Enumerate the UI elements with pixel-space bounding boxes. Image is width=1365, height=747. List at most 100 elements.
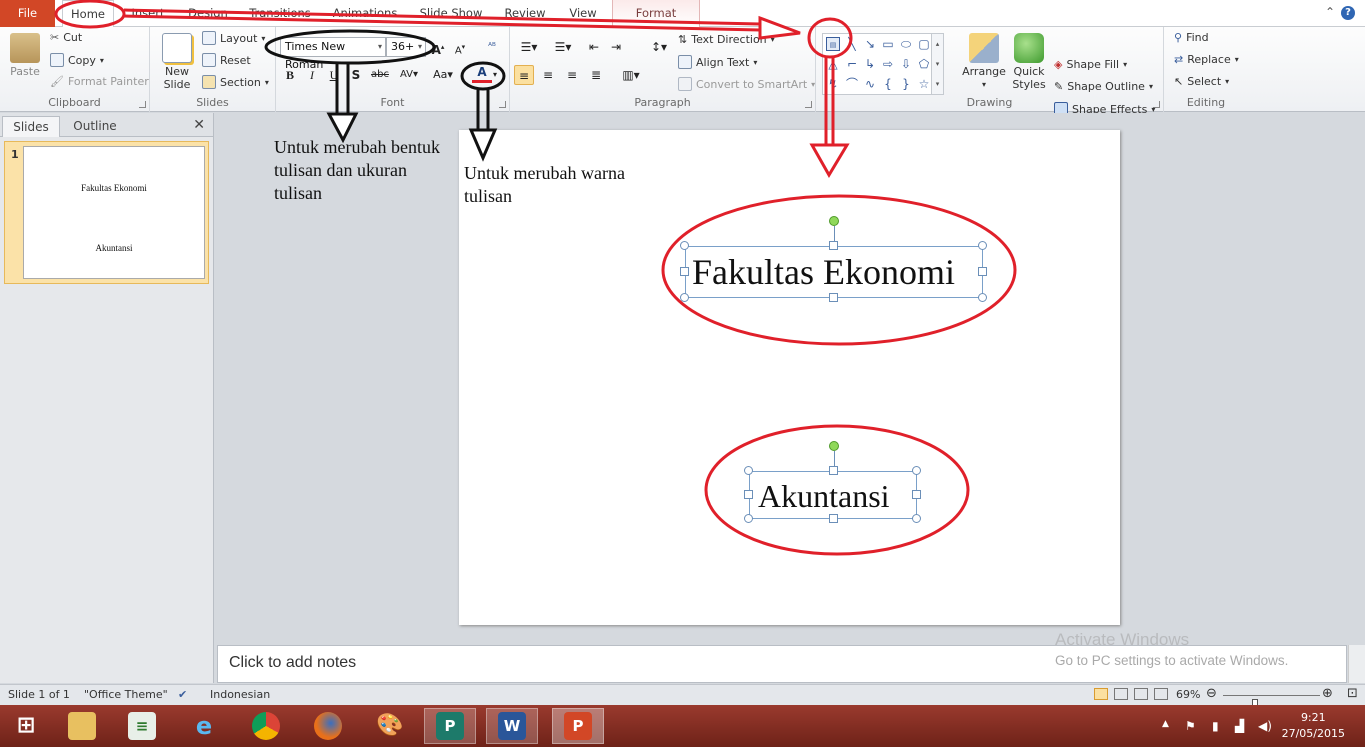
resize-handle[interactable] [978,241,987,250]
resize-handle[interactable] [978,267,987,276]
bold-icon[interactable]: B [280,65,300,85]
resize-handle[interactable] [680,241,689,250]
font-color-icon[interactable]: A [472,63,492,83]
slide-show-icon[interactable] [1154,688,1168,700]
format-painter-button[interactable]: 🖌 Format Painter [50,75,149,88]
freeform-shape-icon[interactable]: ↯ [826,77,840,91]
font-name-combo[interactable]: Times New Roman ▾ [280,37,386,71]
arc-shape-icon[interactable]: ⌒ [845,77,859,91]
close-icon[interactable]: ✕ [193,117,205,133]
tab-slide-show[interactable]: Slide Show [414,0,488,27]
start-button[interactable]: ⊞ [0,708,52,744]
taskbar-word[interactable]: W [486,708,538,744]
align-right-icon[interactable]: ≡ [562,65,582,85]
shape-fill-button[interactable]: ◈ Shape Fill ▾ [1054,58,1127,71]
columns-icon[interactable]: ▥▾ [618,65,644,85]
resize-handle[interactable] [744,514,753,523]
reset-button[interactable]: Reset [202,53,251,67]
text-direction-button[interactable]: ⇅ Text Direction ▾ [678,33,775,46]
align-left-icon[interactable]: ≡ [514,65,534,85]
convert-smartart-button[interactable]: Convert to SmartArt ▾ [678,77,815,91]
bullets-icon[interactable]: ☰▾ [516,37,542,57]
network-icon[interactable]: ▟ [1235,719,1244,733]
cut-button[interactable]: ✂ Cut [50,31,82,44]
change-case-icon[interactable]: Aa▾ [430,65,456,85]
font-launcher-icon[interactable] [499,101,506,108]
clipboard-launcher-icon[interactable] [139,101,146,108]
chevron-down-icon[interactable]: ▾ [490,65,500,85]
slide-title[interactable]: Fakultas Ekonomi [692,252,955,292]
copy-button[interactable]: Copy ▾ [50,53,104,67]
arrow-line-shape-icon[interactable]: ↘ [863,37,877,51]
right-brace-shape-icon[interactable]: } [899,77,913,91]
shrink-font-icon[interactable]: A▾ [450,37,470,57]
resize-handle[interactable] [829,466,838,475]
resize-handle[interactable] [829,293,838,302]
find-button[interactable]: ⚲ Find [1174,31,1209,44]
normal-view-icon[interactable] [1094,688,1108,700]
paragraph-launcher-icon[interactable] [805,101,812,108]
triangle-shape-icon[interactable]: △ [826,57,840,71]
title-textbox[interactable]: Fakultas Ekonomi [685,246,983,298]
star-shape-icon[interactable]: ☆ [917,77,931,91]
increase-indent-icon[interactable]: ⇥ [606,37,626,57]
system-clock[interactable]: 9:21 27/05/2015 [1282,710,1345,742]
zoom-slider[interactable] [1223,695,1320,711]
replace-button[interactable]: ⇄ Replace ▾ [1174,53,1239,66]
resize-handle[interactable] [912,490,921,499]
taskbar-app-green[interactable]: ≡ [116,708,168,744]
vertical-scrollbar[interactable] [1348,645,1365,683]
right-arrow-shape-icon[interactable]: ⇨ [881,57,895,71]
slide-thumbnail-1[interactable]: 1 Fakultas Ekonomi Akuntansi [4,141,209,284]
zoom-level[interactable]: 69% [1176,688,1200,701]
justify-icon[interactable]: ≣ [586,65,606,85]
zoom-out-icon[interactable]: ⊖ [1206,686,1217,701]
shape-outline-button[interactable]: ✎ Shape Outline ▾ [1054,80,1153,93]
spell-check-icon[interactable]: ✔ [178,688,187,701]
elbow-connector-shape-icon[interactable]: ⌐ [845,57,859,71]
resize-handle[interactable] [680,293,689,302]
curve-shape-icon[interactable]: ∿ [863,77,877,91]
rounded-rectangle-shape-icon[interactable]: ▢ [917,37,931,51]
shapes-gallery[interactable]: ▤ ╲ ↘ ▭ ⬭ ▢ △ ⌐ ↳ ⇨ ⇩ ⬠ ↯ ⌒ ∿ { } ☆ ▴ ▾ ▾ [822,33,944,95]
fit-to-window-icon[interactable]: ⊡ [1347,686,1358,701]
taskbar-firefox[interactable] [302,708,354,744]
notes-placeholder[interactable]: Click to add notes [229,654,356,672]
rotate-handle[interactable] [829,216,839,226]
line-shape-icon[interactable]: ╲ [845,37,859,51]
resize-handle[interactable] [978,293,987,302]
align-center-icon[interactable]: ≡ [538,65,558,85]
rectangle-shape-icon[interactable]: ▭ [881,37,895,51]
resize-handle[interactable] [680,267,689,276]
oval-shape-icon[interactable]: ⬭ [899,37,913,51]
down-arrow-shape-icon[interactable]: ⇩ [899,57,913,71]
character-spacing-icon[interactable]: AV▾ [396,65,422,85]
taskbar-paint[interactable]: 🎨 [364,708,416,744]
select-button[interactable]: ↖ Select ▾ [1174,75,1229,88]
theme-name[interactable]: "Office Theme" [84,688,168,701]
underline-icon[interactable]: U [324,65,344,85]
text-box-shape-icon[interactable]: ▤ [826,37,840,51]
taskbar-publisher[interactable]: P [424,708,476,744]
section-button[interactable]: Section ▾ [202,75,269,89]
tab-design[interactable]: Design [180,0,236,27]
quick-styles-button[interactable]: Quick Styles [1008,33,1050,91]
taskbar-internet-explorer[interactable]: e [178,708,230,744]
slide-sorter-icon[interactable] [1114,688,1128,700]
reading-view-icon[interactable] [1134,688,1148,700]
tray-expand-icon[interactable]: ▲ [1162,719,1169,729]
resize-handle[interactable] [744,466,753,475]
minimize-ribbon-icon[interactable]: ⌃ [1325,5,1335,19]
arrange-button[interactable]: Arrange ▾ [960,33,1008,91]
grow-font-icon[interactable]: A▴ [428,37,448,57]
tab-format[interactable]: Format [612,0,700,27]
tab-review[interactable]: Review [500,0,550,27]
line-spacing-icon[interactable]: ↕▾ [646,37,672,57]
flag-icon[interactable]: ⚑ [1185,719,1196,733]
new-slide-button[interactable]: New Slide [156,33,198,91]
numbering-icon[interactable]: ☰▾ [550,37,576,57]
tab-view[interactable]: View [560,0,606,27]
italic-icon[interactable]: I [302,65,322,85]
text-shadow-icon[interactable]: S [346,65,366,85]
rotate-handle[interactable] [829,441,839,451]
